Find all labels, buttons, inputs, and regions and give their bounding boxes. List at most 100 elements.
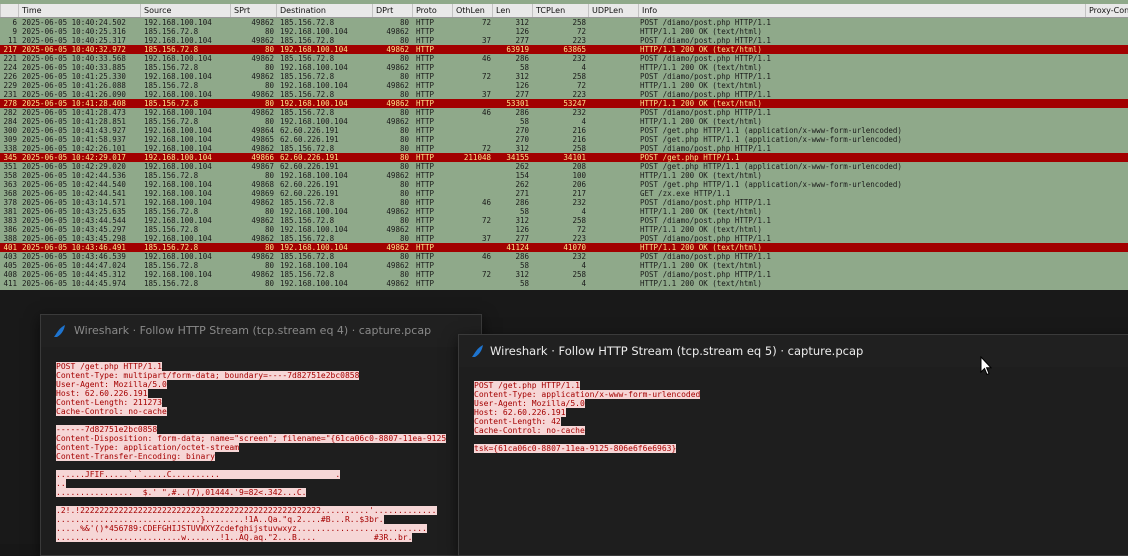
column-header[interactable]: Source [140,4,230,17]
packet-row[interactable]: 231 2025-06-05 10:41:26.090 192.168.100.10… [0,90,1128,99]
packet-cell-sp: 80 [264,261,274,270]
packet-cell-tcp: 232 [572,54,586,63]
packet-cell-dp: 80 [399,135,409,144]
packet-row[interactable]: 411 2025-06-05 10:44:45.974 185.156.72.8 80… [0,279,1128,288]
follow-stream-window-5[interactable]: Wireshark · Follow HTTP Stream (tcp.stre… [458,334,1128,556]
packet-row[interactable]: 226 2025-06-05 10:41:25.330 192.168.100.10… [0,72,1128,81]
column-header[interactable]: Proxy-Con [1085,4,1128,17]
packet-cell-dp: 80 [399,90,409,99]
packet-row[interactable]: 282 2025-06-05 10:41:28.473 192.168.100.10… [0,108,1128,117]
packet-cell-sp: 49868 [251,180,274,189]
packet-cell-src: 192.168.100.104 [144,54,212,63]
packet-cell-dp: 49862 [386,261,409,270]
packet-row[interactable]: 358 2025-06-05 10:42:44.536 185.156.72.8 80… [0,171,1128,180]
packet-list-header: Time Source SPrt Destination DPrt Proto OthLen… [0,4,1128,18]
packet-row[interactable]: 381 2025-06-05 10:43:25.635 185.156.72.8 80… [0,207,1128,216]
packet-cell-proto: HTTP [416,126,435,135]
packet-cell-tcp: 216 [572,135,586,144]
packet-row[interactable]: 221 2025-06-05 10:40:33.568 192.168.100.10… [0,54,1128,63]
packet-cell-len: 262 [515,180,529,189]
packet-row[interactable]: 401 2025-06-05 10:43:46.491 185.156.72.8 80… [0,243,1128,252]
packet-row[interactable]: 351 2025-06-05 10:42:29.020 192.168.100.10… [0,162,1128,171]
packet-row[interactable]: 6 2025-06-05 10:40:24.502 192.168.100.104 4… [0,18,1128,27]
packet-cell-sp: 49862 [251,234,274,243]
packet-cell-no: 300 [3,126,17,135]
window-titlebar[interactable]: Wireshark · Follow HTTP Stream (tcp.stre… [41,315,481,347]
column-header[interactable]: TCPLen [532,4,588,17]
stream-content[interactable]: POST /get.php HTTP/1.1 Content-Type: appl… [459,367,1128,555]
packet-cell-dst: 192.168.100.104 [280,81,348,90]
packet-cell-tcp: 258 [572,270,586,279]
packet-cell-src: 192.168.100.104 [144,72,212,81]
packet-row[interactable]: 278 2025-06-05 10:41:28.408 185.156.72.8 80… [0,99,1128,108]
packet-cell-src: 185.156.72.8 [144,99,199,108]
packet-row[interactable]: 224 2025-06-05 10:40:33.885 185.156.72.8 80… [0,63,1128,72]
column-header[interactable]: UDPLen [588,4,638,17]
packet-cell-no: 403 [3,252,17,261]
packet-cell-tcp: 223 [572,36,586,45]
column-header[interactable]: Proto [412,4,452,17]
packet-cell-src: 192.168.100.104 [144,144,212,153]
column-header[interactable]: Time [18,4,140,17]
packet-cell-sp: 80 [264,45,274,54]
packet-cell-tcp: 72 [576,225,586,234]
column-header[interactable]: Len [492,4,532,17]
packet-cell-no: 351 [3,162,17,171]
packet-cell-dp: 49862 [386,171,409,180]
column-header[interactable]: Destination [276,4,372,17]
packet-row[interactable]: 408 2025-06-05 10:44:45.312 192.168.100.10… [0,270,1128,279]
packet-cell-len: 286 [515,252,529,261]
packet-row[interactable]: 309 2025-06-05 10:41:58.937 192.168.100.10… [0,135,1128,144]
packet-cell-dst: 62.60.226.191 [280,126,339,135]
packet-row[interactable]: 378 2025-06-05 10:43:14.571 192.168.100.10… [0,198,1128,207]
follow-stream-window-4[interactable]: Wireshark · Follow HTTP Stream (tcp.stre… [40,314,482,556]
column-header[interactable]: SPrt [230,4,276,17]
packet-row[interactable]: 284 2025-06-05 10:41:28.851 185.156.72.8 80… [0,117,1128,126]
packet-row[interactable]: 300 2025-06-05 10:41:43.927 192.168.100.10… [0,126,1128,135]
packet-cell-len: 286 [515,54,529,63]
packet-cell-no: 217 [3,45,17,54]
packet-cell-no: 221 [3,54,17,63]
packet-row[interactable]: 386 2025-06-05 10:43:45.297 185.156.72.8 80… [0,225,1128,234]
column-header[interactable]: Info [638,4,1085,17]
packet-cell-sp: 49862 [251,144,274,153]
packet-cell-dst: 192.168.100.104 [280,99,348,108]
column-header[interactable] [0,4,18,17]
column-header[interactable]: DPrt [372,4,412,17]
packet-cell-dp: 80 [399,108,409,117]
stream-line: Content-Type: application/x-www-form-url… [474,390,701,399]
packet-cell-dp: 49862 [386,81,409,90]
packet-row[interactable]: 368 2025-06-05 10:42:44.541 192.168.100.10… [0,189,1128,198]
packet-row[interactable]: 383 2025-06-05 10:43:44.544 192.168.100.10… [0,216,1128,225]
packet-cell-oth: 37 [481,90,491,99]
packet-row[interactable]: 363 2025-06-05 10:42:44.540 192.168.100.10… [0,180,1128,189]
packet-cell-len: 277 [515,234,529,243]
packet-row[interactable]: 405 2025-06-05 10:44:47.024 185.156.72.8 80… [0,261,1128,270]
window-titlebar[interactable]: Wireshark · Follow HTTP Stream (tcp.stre… [459,335,1128,367]
packet-row[interactable]: 345 2025-06-05 10:42:29.017 192.168.100.10… [0,153,1128,162]
packet-list[interactable]: Time Source SPrt Destination DPrt Proto OthLen… [0,0,1128,290]
packet-cell-src: 192.168.100.104 [144,36,212,45]
packet-row[interactable]: 9 2025-06-05 10:40:25.316 185.156.72.8 80 19… [0,27,1128,36]
packet-cell-src: 185.156.72.8 [144,207,199,216]
column-header[interactable]: OthLen [452,4,492,17]
packet-cell-len: 262 [515,162,529,171]
packet-row[interactable]: 11 2025-06-05 10:40:25.317 192.168.100.104… [0,36,1128,45]
packet-cell-time: 2025-06-05 10:43:46.491 [22,243,126,252]
packet-row[interactable]: 403 2025-06-05 10:43:46.539 192.168.100.10… [0,252,1128,261]
packet-row[interactable]: 388 2025-06-05 10:43:45.298 192.168.100.10… [0,234,1128,243]
packet-cell-time: 2025-06-05 10:43:14.571 [22,198,126,207]
packet-cell-dp: 80 [399,54,409,63]
packet-cell-time: 2025-06-05 10:41:25.330 [22,72,126,81]
stream-line: ................ $.' ",#..(7),01444.'9=8… [56,488,307,497]
packet-cell-dst: 62.60.226.191 [280,180,339,189]
packet-row[interactable]: 338 2025-06-05 10:42:26.101 192.168.100.10… [0,144,1128,153]
packet-row[interactable]: 229 2025-06-05 10:41:26.088 185.156.72.8 80… [0,81,1128,90]
packet-cell-sp: 49862 [251,18,274,27]
packet-row[interactable]: 217 2025-06-05 10:40:32.972 185.156.72.8 80… [0,45,1128,54]
packet-cell-oth: 72 [481,18,491,27]
packet-cell-no: 358 [3,171,17,180]
stream-line: .....%&'()*456789:CDEFGHIJSTUVWXYZcdefgh… [56,524,427,533]
stream-content[interactable]: POST /get.php HTTP/1.1 Content-Type: mult… [41,347,481,555]
packet-cell-tcp: 208 [572,162,586,171]
